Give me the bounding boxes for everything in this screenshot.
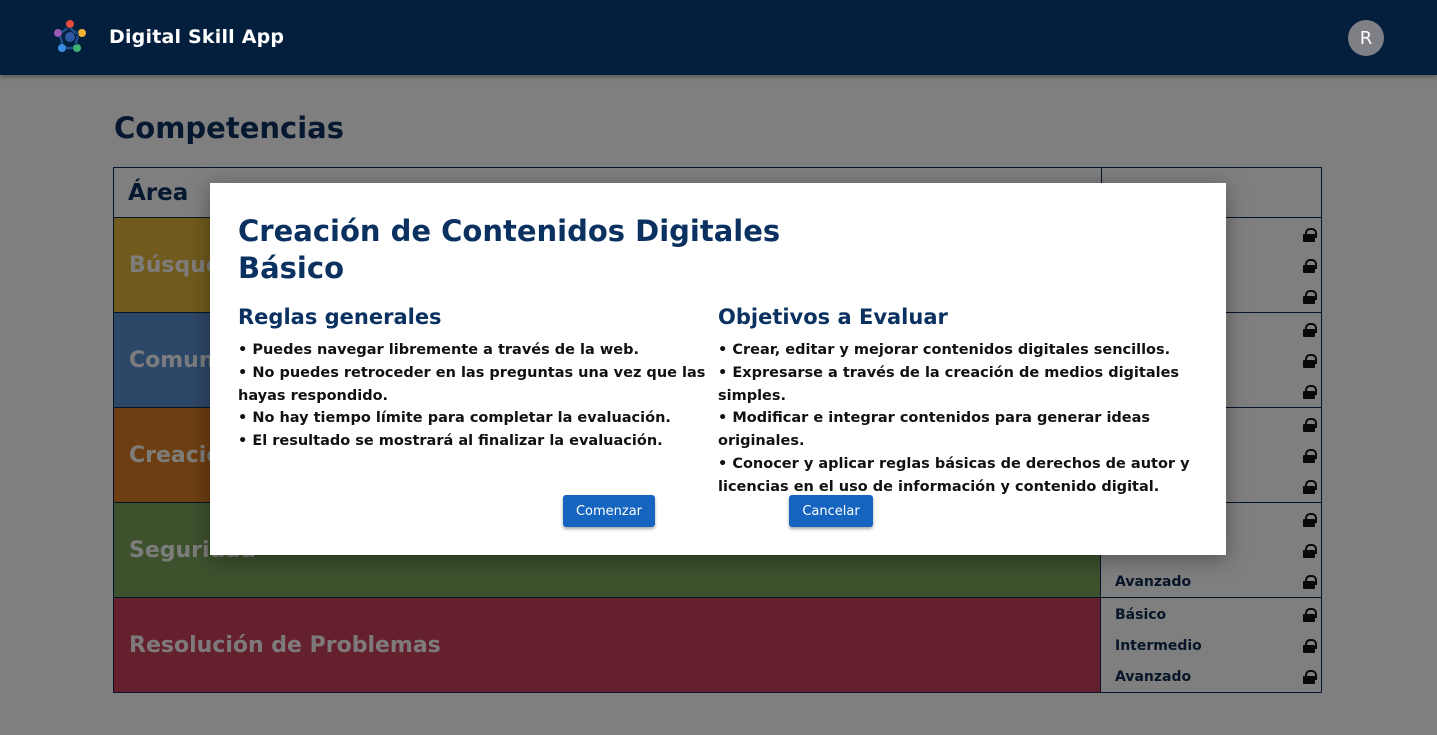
list-item: • Modificar e integrar contenidos para g…: [718, 410, 1151, 450]
objectives-section: Objetivos a Evaluar • Crear, editar y me…: [718, 305, 1198, 499]
list-item: • No puedes retroceder en las preguntas …: [238, 364, 706, 404]
app-bar: Digital Skill App R: [0, 0, 1437, 75]
list-item: • Crear, editar y mejorar contenidos dig…: [718, 342, 1171, 358]
list-item: • Puedes navegar libremente a través de …: [238, 342, 639, 358]
list-item: • El resultado se mostrará al finalizar …: [238, 433, 663, 450]
list-item: • Expresarse a través de la creación de …: [718, 364, 1180, 404]
list-item: • Conocer y aplicar reglas básicas de de…: [718, 455, 1190, 495]
modal-title-level: Básico: [238, 251, 344, 285]
objectives-list: • Crear, editar y mejorar contenidos dig…: [718, 339, 1198, 499]
app-logo-icon: [54, 20, 86, 52]
rules-heading: Reglas generales: [238, 305, 442, 329]
modal-title-competency: Creación de Contenidos Digitales: [238, 214, 781, 248]
modal-title: Creación de Contenidos Digitales Básico: [238, 213, 838, 287]
cancel-button[interactable]: Cancelar: [789, 495, 873, 527]
rules-list: • Puedes navegar libremente a través de …: [238, 339, 718, 453]
start-button[interactable]: Comenzar: [563, 495, 655, 527]
user-avatar[interactable]: R: [1348, 20, 1384, 56]
assessment-modal: Creación de Contenidos Digitales Básico …: [210, 183, 1226, 555]
objectives-heading: Objetivos a Evaluar: [718, 305, 948, 329]
list-item: • No hay tiempo límite para completar la…: [238, 410, 671, 427]
rules-section: Reglas generales • Puedes navegar librem…: [238, 305, 718, 453]
app-title: Digital Skill App: [109, 26, 285, 48]
